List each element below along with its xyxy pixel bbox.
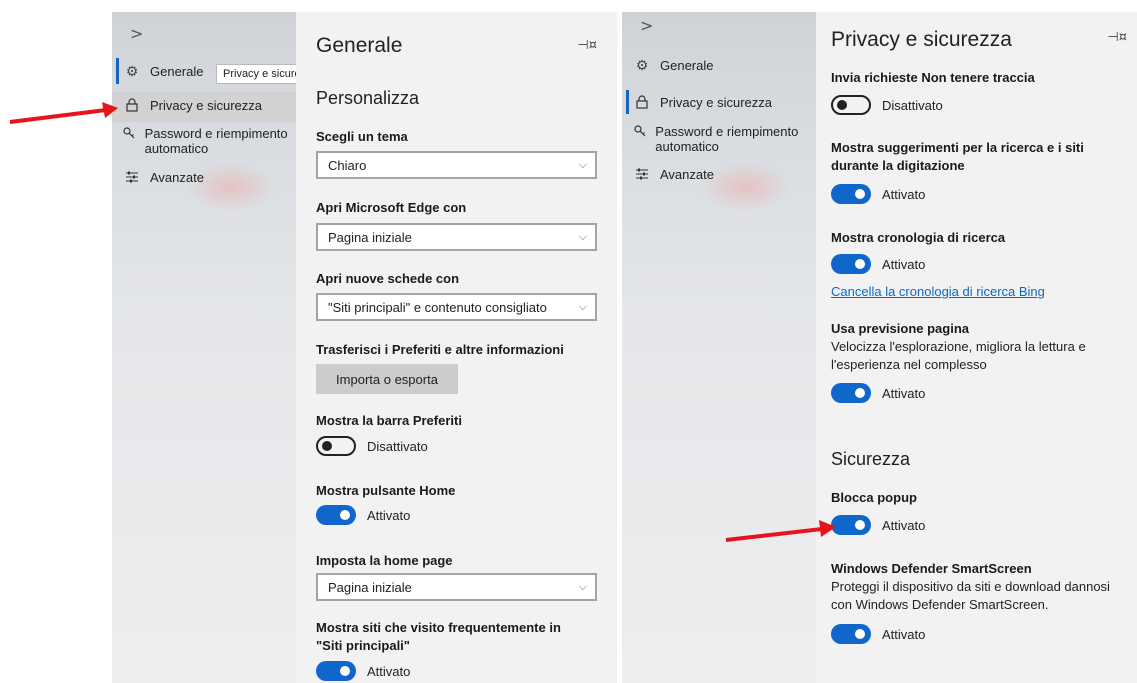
toggle-switch[interactable] [831,254,871,274]
settings-content: Privacy e sicurezza ⊣¤ Invia richieste N… [816,12,1137,683]
chevron-down-icon: ⌵ [578,158,587,171]
page-title: Privacy e sicurezza [831,28,1012,51]
toggle-switch[interactable] [831,95,871,115]
sidebar-item-avanzate[interactable]: Avanzate [632,167,714,185]
settings-panel-generale: > ⚙ Generale Privacy e sicurezza Passwor… [112,12,617,683]
toggle-switch[interactable] [831,383,871,403]
page-title: Generale [316,34,403,57]
dnt-label: Invia richieste Non tenere traccia [831,70,1035,85]
toggle-switch[interactable] [316,505,356,525]
history-label: Mostra cronologia di ricerca [831,230,1006,245]
sidebar-item-password[interactable]: Password e riempimento automatico [632,124,816,154]
new-tabs-label: Apri nuove schede con [316,271,460,286]
page-prediction-toggle[interactable]: Attivato [831,383,925,403]
expand-chevron-icon[interactable]: > [130,24,143,43]
sidebar-item-generale[interactable]: ⚙ Generale [632,58,714,74]
favorites-bar-toggle[interactable]: Disattivato [316,436,428,456]
settings-content: Generale ⊣¤ Personalizza Scegli un tema … [296,12,617,683]
expand-chevron-icon[interactable]: > [640,16,653,35]
import-label: Trasferisci i Preferiti e altre informaz… [316,342,564,357]
sidebar-item-generale[interactable]: ⚙ Generale [122,64,204,80]
home-page-select[interactable]: Pagina iniziale ⌵ [316,573,597,601]
clear-bing-history-link[interactable]: Cancella la cronologia di ricerca Bing [831,284,1045,299]
toggle-switch[interactable] [831,184,871,204]
key-icon [632,124,647,142]
home-button-toggle[interactable]: Attivato [316,505,410,525]
popup-toggle[interactable]: Attivato [831,515,925,535]
settings-sidebar: > ⚙ Generale Privacy e sicurezza Passwor… [622,12,816,683]
sidebar-item-password[interactable]: Password e riempimento automatico [122,126,298,156]
settings-sidebar: > ⚙ Generale Privacy e sicurezza Passwor… [112,12,325,683]
smartscreen-label: Windows Defender SmartScreen [831,561,1032,576]
chevron-down-icon: ⌵ [578,230,587,243]
theme-select[interactable]: Chiaro ⌵ [316,151,597,179]
smartscreen-toggle[interactable]: Attivato [831,624,925,644]
sidebar-item-privacy[interactable]: Privacy e sicurezza [632,95,772,113]
import-export-button[interactable]: Importa o esporta [316,364,458,394]
red-arrow-popup [725,520,836,542]
settings-panel-privacy: > ⚙ Generale Privacy e sicurezza Passwor… [622,12,1137,683]
open-with-label: Apri Microsoft Edge con [316,200,467,215]
toggle-switch[interactable] [831,624,871,644]
red-arrow-privacy [9,102,118,124]
sliders-icon [122,170,142,188]
history-toggle[interactable]: Attivato [831,254,925,274]
sidebar-item-avanzate[interactable]: Avanzate [122,170,204,188]
active-indicator [626,90,629,114]
favorites-bar-label: Mostra la barra Preferiti [316,413,462,428]
suggestions-label: Mostra suggerimenti per la ricerca e i s… [831,140,1084,173]
sidebar-item-privacy[interactable]: Privacy e sicurezza [112,92,296,122]
open-with-select[interactable]: Pagina iniziale ⌵ [316,223,597,251]
gear-icon: ⚙ [635,58,649,74]
toggle-switch[interactable] [316,436,356,456]
home-button-label: Mostra pulsante Home [316,483,456,498]
page-prediction-description: Velocizza l'esplorazione, migliora la le… [831,339,1086,372]
lock-icon [632,95,652,113]
chevron-down-icon: ⌵ [578,300,587,313]
suggestions-toggle[interactable]: Attivato [831,184,925,204]
pin-icon[interactable]: ⊣¤ [577,38,597,53]
dnt-toggle[interactable]: Disattivato [831,95,943,115]
popup-label: Blocca popup [831,490,917,505]
page-prediction-label: Usa previsione pagina [831,321,969,336]
pin-icon[interactable]: ⊣¤ [1107,30,1127,45]
key-icon [122,126,137,144]
smartscreen-description: Proteggi il dispositivo da siti e downlo… [831,579,1110,612]
active-indicator [116,58,119,84]
new-tabs-select[interactable]: "Siti principali" e contenuto consigliat… [316,293,597,321]
top-sites-label: Mostra siti che visito frequentemente in… [316,620,561,653]
section-title-sicurezza: Sicurezza [831,449,911,469]
section-title-personalizza: Personalizza [316,88,420,108]
chevron-down-icon: ⌵ [578,580,587,593]
theme-label: Scegli un tema [316,129,408,144]
home-page-label: Imposta la home page [316,553,453,568]
gear-icon: ⚙ [125,64,139,80]
toggle-switch[interactable] [316,661,356,681]
lock-icon [122,98,142,116]
top-sites-toggle[interactable]: Attivato [316,661,410,681]
sliders-icon [632,167,652,185]
